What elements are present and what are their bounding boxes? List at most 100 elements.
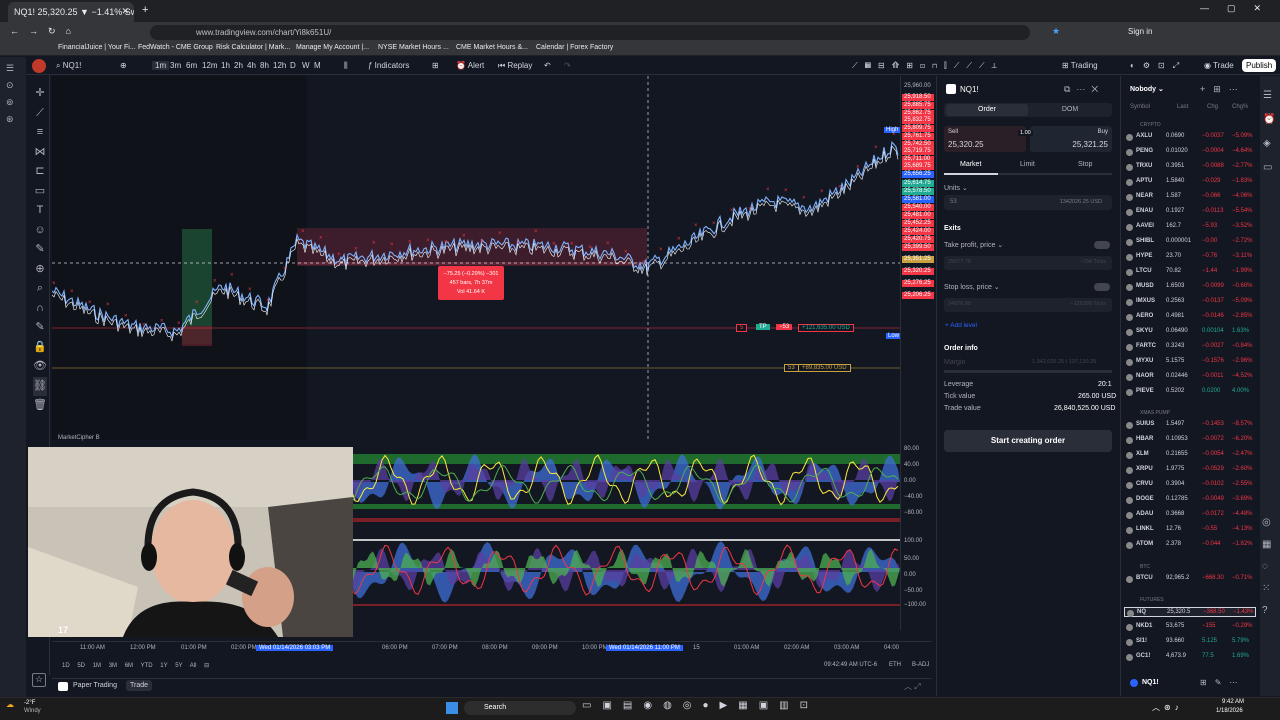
taskbar-search[interactable]: Search (464, 701, 576, 715)
range-1d[interactable]: 1D (62, 663, 70, 669)
layouts-icon[interactable]: ⊞ (432, 61, 439, 70)
right-strip-icons-bottom[interactable]: ◎ ▦ ◌ ⁙ ? (1262, 512, 1271, 622)
price-chart-svg[interactable]: × × × × × × × × × × × × × × × × × × × × × × × × × × × × × × × × × × × × × × × ×… (52, 76, 900, 440)
tf-w[interactable]: W (302, 61, 310, 70)
link-icon[interactable]: ⛓ (33, 376, 47, 396)
panel-controls-icon[interactable]: ︿ ⤢ (904, 681, 921, 692)
trendline-icon[interactable]: ⟋ (33, 104, 47, 124)
right-strip-icons[interactable]: ☰ ⏰ ◈ ▭ (1263, 84, 1275, 180)
star-toolbar-icon[interactable]: ☆ (32, 673, 46, 687)
col-chg[interactable]: Chg (1207, 104, 1218, 110)
paper-trade-tab[interactable]: Trade (126, 680, 153, 691)
pattern-icon[interactable]: ⋈ (33, 143, 47, 163)
watchlist-controls[interactable]: +⊞⋯ (1200, 84, 1246, 95)
projection-icon[interactable]: ⊏ (33, 162, 47, 182)
watchlist-row[interactable]: AAVEI 162.7 −5.93 −3.52% (1124, 222, 1256, 232)
watchlist-row[interactable]: CRVU 0.3904 −0.0102 −2.55% (1124, 480, 1256, 490)
windows-start-icon[interactable] (446, 702, 458, 714)
watchlist-row[interactable]: ENAU 0.1927 −0.0113 −5.54% (1124, 207, 1256, 217)
bookmark-1[interactable]: FedWatch - CME Group (138, 44, 213, 54)
tray-icons[interactable]: ︿⊛♪ (1152, 702, 1183, 713)
watchlist-row[interactable]: ADAU 0.3668 −0.0172 −4.48% (1124, 510, 1256, 520)
tray-time[interactable]: 9:42 AM (1222, 699, 1244, 705)
oscillator-panes[interactable] (352, 440, 900, 630)
tf-12h[interactable]: 12h (273, 61, 286, 70)
tp-input[interactable]: 25077.75 −794 Ticks (944, 256, 1112, 270)
note-icon[interactable]: ☺ (33, 221, 47, 241)
new-tab-icon[interactable]: + (142, 4, 148, 16)
watchlist-section-header[interactable]: CRYPTO (1140, 122, 1161, 128)
badj-toggle[interactable]: B-ADJ (912, 662, 929, 668)
watchlist-row[interactable]: NAOR 0.02446 −0.0011 −4.52% (1124, 372, 1256, 382)
publish-button[interactable]: Publish (1242, 59, 1277, 72)
watchlist-row[interactable]: DOGE 0.12785 −0.0049 −3.69% (1124, 495, 1256, 505)
watchlist-section-header[interactable]: FUTURES (1140, 597, 1164, 603)
undo-icon[interactable]: ↶ (544, 61, 551, 70)
watchlist-row[interactable]: SKYU 0.06490 0.00104 1.63% (1124, 327, 1256, 337)
os-side-icons[interactable]: ☰ ⊙ ⊚ ⊛ (6, 60, 14, 128)
tf-3m[interactable]: 3m (170, 61, 181, 70)
watchlist-section-header[interactable]: BTC (1140, 564, 1150, 570)
weather-icon[interactable]: ☁ (6, 700, 14, 709)
bookmark-4[interactable]: NYSE Market Hours ... (378, 44, 449, 54)
watchlist-row[interactable]: GC1! 4,673.9 77.5 1.69% (1124, 652, 1256, 662)
add-symbol-icon[interactable]: ⊕ (120, 61, 127, 70)
eye-icon[interactable]: 👁 (33, 357, 47, 377)
trash-icon[interactable]: 🗑 (33, 396, 47, 416)
bookmark-6[interactable]: Calendar | Forex Factory (536, 44, 613, 54)
taskbar-apps[interactable]: ▭▣▤◉◍◎●▶▦▣▥⊡ (582, 700, 819, 711)
watchlist-row[interactable]: HBAR 0.10953 −0.0072 −6.20% (1124, 435, 1256, 445)
watchlist-row[interactable]: FARTC 0.3243 −0.0027 −0.84% (1124, 342, 1256, 352)
tf-12m[interactable]: 12m (202, 61, 218, 70)
tray-date[interactable]: 1/18/2026 (1216, 708, 1243, 714)
col-symbol[interactable]: Symbol (1130, 104, 1150, 110)
redo-icon[interactable]: ↷ (564, 61, 571, 70)
tf-6m[interactable]: 6m (186, 61, 197, 70)
position-qty[interactable]: −53 (776, 324, 793, 330)
help-icon[interactable]: ? (1262, 600, 1271, 622)
sl-toggle[interactable] (1094, 283, 1110, 291)
tp-label[interactable]: TP (756, 324, 770, 330)
layers-icon[interactable]: ◈ (1263, 132, 1275, 156)
measure-icon[interactable]: ⊕ (33, 260, 47, 280)
tf-8h[interactable]: 8h (260, 61, 269, 70)
tp-toggle[interactable] (1094, 241, 1110, 249)
window-controls[interactable]: —▢✕ (1200, 3, 1279, 14)
type-limit[interactable]: Limit (1020, 161, 1035, 168)
range-3m[interactable]: 3M (109, 663, 117, 669)
settings-icons[interactable]: ◐⚙⊡⤢ (1130, 61, 1187, 71)
watchlist-row[interactable]: MYXU 5.1575 −0.1576 −2.96% (1124, 357, 1256, 367)
watchlist-row[interactable]: PIEVE 0.5202 0.0200 4.00% (1124, 387, 1256, 397)
tf-m[interactable]: M (314, 61, 321, 70)
stop-loss-label[interactable]: Stop loss, price ⌄ (944, 283, 1000, 291)
tf-d[interactable]: D (290, 61, 296, 70)
range-ytd[interactable]: YTD (141, 663, 153, 669)
close-tab-icon[interactable]: ✕ (121, 6, 129, 17)
watchlist-name[interactable]: Nobody ⌄ (1130, 85, 1164, 93)
buy-button[interactable]: Buy 25,321.25 (1030, 126, 1112, 152)
start-order-button[interactable]: Start creating order (944, 430, 1112, 452)
watchlist-row[interactable]: NKD1 53,675 −155 −0.29% (1124, 622, 1256, 632)
chart-type-icon[interactable]: ⫼ (344, 61, 348, 71)
watchlist-row[interactable]: TRXU 0.3951 −0.0088 −2.77% (1124, 162, 1256, 172)
tf-2h[interactable]: 2h (234, 61, 243, 70)
drawing-shortcuts-icon[interactable]: ⟋▦⊟⟰⊞⊡⊓⫿⟋⟋⟋⊥ (852, 61, 1004, 71)
trade-button[interactable]: ◉ Trade (1204, 61, 1234, 70)
range-all[interactable]: All (190, 663, 197, 669)
sl-input[interactable]: 24976.00 −126399 Ticks (944, 298, 1112, 312)
drawing-tools-list[interactable]: ✛ ⟋ ≡ ⋈ ⊏ ▭ T ☺ ✎ ⊕ ⌕ ∩ ✎ 🔒 👁 ⛓ 🗑 (33, 84, 47, 416)
watchlist-row[interactable]: LINKL 12.76 −0.55 −4.13% (1124, 525, 1256, 535)
watchlist-row[interactable]: LTCU 70.82 −1.44 −1.99% (1124, 267, 1256, 277)
type-stop[interactable]: Stop (1078, 161, 1092, 168)
replay-button[interactable]: ⏮ Replay (498, 61, 532, 71)
fib-icon[interactable]: ≡ (33, 123, 47, 143)
lock-icon[interactable]: 🔒 (33, 338, 47, 358)
watchlist-row[interactable]: SI1! 93.660 5.125 5.79% (1124, 637, 1256, 647)
apps-icon[interactable]: ⁙ (1262, 578, 1271, 600)
watchlist-row[interactable]: BTCU 92,965.2 −668.30 −0.71% (1124, 574, 1256, 584)
type-market[interactable]: Market (960, 161, 981, 168)
footer-controls[interactable]: ⊞✎⋯ (1200, 678, 1245, 687)
take-profit-label[interactable]: Take profit, price ⌄ (944, 241, 1003, 249)
tf-4h[interactable]: 4h (247, 61, 256, 70)
alerts-icon[interactable]: ⏰ (1263, 108, 1275, 132)
